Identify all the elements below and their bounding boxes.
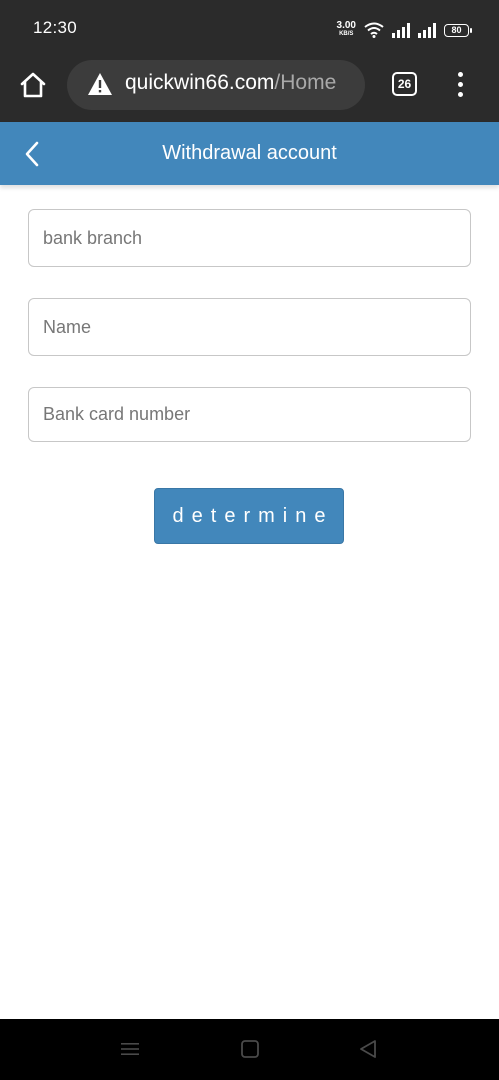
nav-recents-button[interactable] [118, 1037, 142, 1061]
square-icon [241, 1040, 259, 1058]
battery-icon: 80 [444, 23, 472, 37]
url-domain: quickwin66.com [125, 71, 275, 94]
status-icons: 3.00 KB/S 80 [336, 20, 472, 40]
nav-home-button[interactable] [238, 1037, 262, 1061]
browser-menu-button[interactable] [448, 68, 472, 100]
net-speed-unit: KB/S [339, 31, 354, 37]
warning-icon [88, 73, 112, 95]
status-time: 12:30 [33, 18, 78, 37]
net-speed: 3.00 KB/S [336, 20, 356, 38]
net-speed-value: 3.00 [336, 20, 356, 31]
browser-toolbar: quickwin66.com/Home 26 [0, 60, 499, 122]
more-vertical-icon [457, 71, 463, 77]
wifi-icon [364, 22, 384, 38]
nav-back-button[interactable] [356, 1037, 380, 1061]
menu-icon [121, 1043, 139, 1055]
url-path: /Home [274, 71, 337, 94]
withdrawal-form [28, 209, 471, 442]
determine-button[interactable]: determine [154, 488, 344, 544]
bank-branch-input[interactable] [28, 209, 471, 267]
navigation-bar [0, 1019, 499, 1080]
bank-card-number-input[interactable] [28, 387, 471, 442]
page-title: Withdrawal account [162, 142, 337, 164]
status-bar: 12:30 3.00 KB/S 80 [0, 0, 499, 60]
tab-switcher-button[interactable]: 26 [392, 72, 417, 96]
url-text: quickwin66.com/Home [125, 71, 336, 95]
triangle-back-icon [360, 1040, 376, 1058]
tab-count: 26 [397, 77, 412, 91]
home-icon [20, 72, 46, 98]
app-header: Withdrawal account [0, 122, 499, 185]
battery-level: 80 [451, 25, 462, 35]
address-bar[interactable]: quickwin66.com/Home [67, 60, 365, 110]
signal-icon [392, 23, 410, 38]
signal-icon [418, 23, 436, 38]
browser-home-button[interactable] [16, 68, 50, 102]
name-input[interactable] [28, 298, 471, 356]
